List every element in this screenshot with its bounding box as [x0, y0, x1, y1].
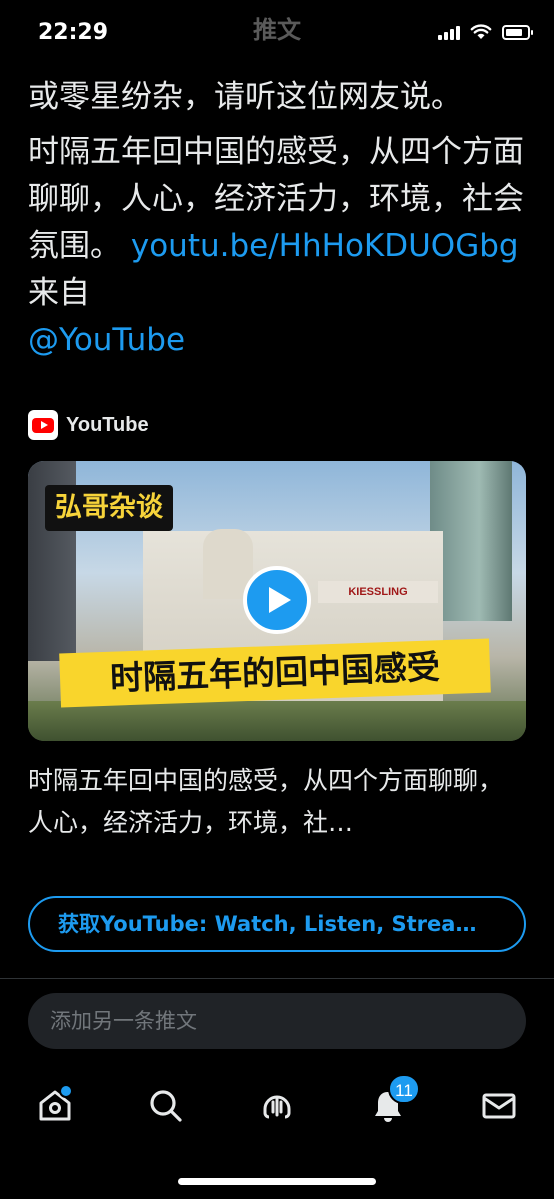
youtube-logo-icon	[28, 410, 58, 440]
card-source-label: YouTube	[66, 413, 149, 436]
thumbnail-tag: 弘哥杂谈	[45, 485, 173, 531]
thumbnail-grass	[28, 701, 526, 741]
get-app-button[interactable]: 获取YouTube: Watch, Listen, Stream…	[28, 896, 526, 952]
spaces-icon	[263, 1095, 291, 1119]
status-time: 22:29	[38, 20, 109, 45]
tweet-main-paragraph: 时隔五年回中国的感受，从四个方面聊聊，人心，经济活力，环境，社会氛围。 yout…	[28, 129, 528, 364]
status-bar: 推文 22:29	[0, 0, 554, 66]
tweet-text: 情况只能靠上告化，道听途说， 或零星纷杂，请听这位网友说。 时隔五年回中国的感受…	[28, 32, 528, 364]
bottom-nav: 11	[0, 1070, 554, 1150]
nav-search[interactable]	[144, 1084, 188, 1128]
battery-icon	[502, 24, 533, 40]
notifications-badge: 11	[388, 1074, 420, 1104]
nav-spaces[interactable]	[255, 1084, 299, 1128]
nav-home[interactable]	[33, 1084, 77, 1128]
cellular-signal-icon	[438, 24, 460, 40]
nav-notifications[interactable]: 11	[366, 1074, 420, 1128]
reply-input[interactable]	[28, 993, 526, 1049]
thumbnail-sign: KIESSLING	[318, 581, 438, 603]
home-notification-dot	[59, 1084, 73, 1098]
card-description[interactable]: 时隔五年回中国的感受，从四个方面聊聊，人心，经济活力，环境，社…	[28, 760, 526, 844]
youtube-mention-link[interactable]: @YouTube	[28, 322, 185, 358]
tweet-link[interactable]: youtu.be/HhHoKDUOGbg	[131, 228, 519, 264]
video-thumbnail[interactable]: KIESSLING 弘哥杂谈 时隔五年的回中国感受	[28, 461, 526, 741]
nav-messages[interactable]	[477, 1084, 521, 1128]
search-icon	[150, 1090, 182, 1122]
wifi-icon	[470, 24, 492, 39]
card-source[interactable]: YouTube	[28, 410, 149, 440]
status-icons	[438, 24, 533, 40]
tweet-intro-line: 或零星纷杂，请听这位网友说。	[28, 79, 462, 115]
divider	[0, 978, 554, 979]
messages-icon	[482, 1093, 516, 1119]
from-label: 来自	[28, 275, 90, 311]
play-button-icon[interactable]	[243, 566, 311, 634]
home-indicator[interactable]	[178, 1178, 376, 1185]
